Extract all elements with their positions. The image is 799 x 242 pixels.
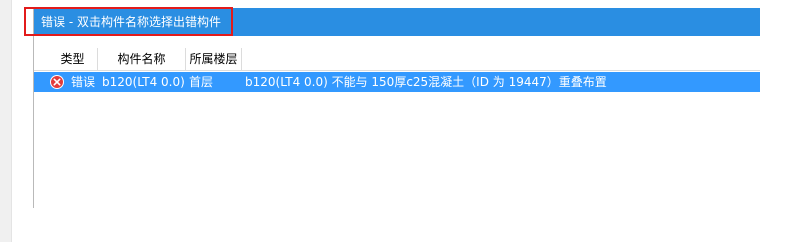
column-header-floor[interactable]: 所属楼层: [186, 48, 242, 70]
title-bar: 错误 - 双击构件名称选择出错构件: [34, 8, 760, 36]
row-type: 错误: [71, 75, 96, 89]
error-table: 类型 构件名称 所属楼层 错误 b120(LT4 0.0) 首层 b120(LT…: [34, 36, 760, 208]
column-header-component-name[interactable]: 构件名称: [98, 48, 186, 70]
error-icon: [50, 75, 64, 89]
table-header: 类型 构件名称 所属楼层: [34, 48, 760, 71]
left-panel-edge: [0, 0, 12, 242]
table-row[interactable]: 错误 b120(LT4 0.0) 首层 b120(LT4 0.0) 不能与 15…: [34, 72, 760, 92]
row-floor: 首层: [189, 75, 214, 89]
error-dialog: 错误 - 双击构件名称选择出错构件 类型 构件名称 所属楼层 错误 b120(L…: [33, 8, 760, 208]
column-header-type[interactable]: 类型: [48, 48, 98, 70]
window-title: 错误 - 双击构件名称选择出错构件: [41, 15, 221, 29]
row-message: b120(LT4 0.0) 不能与 150厚c25混凝土（ID 为 19447）…: [245, 75, 607, 89]
row-component-name[interactable]: b120(LT4 0.0): [102, 72, 185, 92]
